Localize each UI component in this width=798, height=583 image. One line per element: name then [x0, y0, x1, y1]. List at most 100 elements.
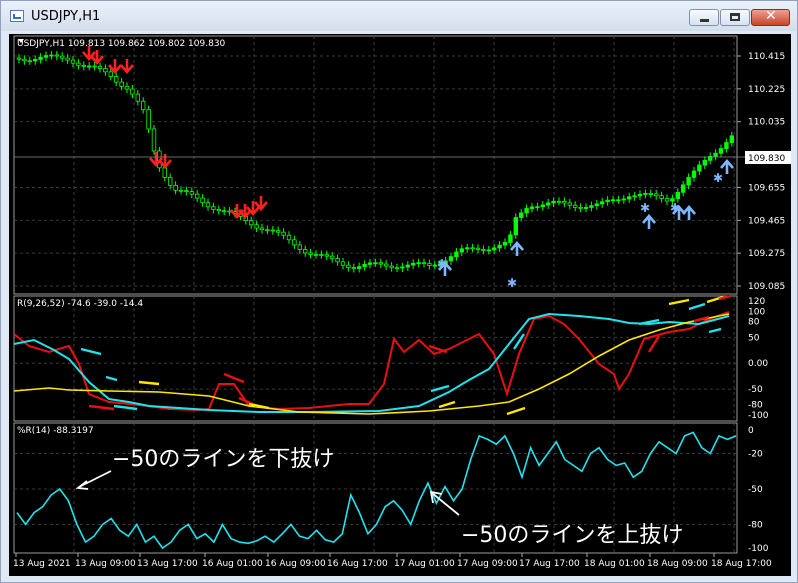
candle-body: [265, 229, 270, 232]
candle-body: [529, 206, 535, 209]
close-button[interactable]: ✕: [751, 8, 790, 26]
candle-body: [540, 204, 545, 208]
candle-body: [286, 234, 292, 241]
wpr-panel[interactable]: %R(14) -88.3197 0 -20 -50 -80 -100 −50のラインを下…: [13, 422, 769, 554]
candle-body: [281, 231, 286, 236]
candle-body: [130, 88, 135, 95]
time-label: 13 Aug 2021: [13, 559, 71, 569]
candle-body: [189, 191, 194, 195]
candle-body: [697, 164, 702, 172]
candle-body: [275, 230, 281, 233]
wpr-axis: 0 -20 -50 -80 -100: [748, 426, 769, 554]
candle-body: [551, 200, 556, 204]
candle-body: [594, 203, 599, 207]
wpr-axis-label: -50: [748, 485, 763, 495]
candle-body: [76, 62, 81, 66]
indicator-axis-label: 0.00: [748, 359, 768, 369]
title-bar[interactable]: USDJPY,H1 ✕: [1, 1, 797, 31]
candle-body: [308, 252, 313, 255]
indicator-axis-label: -80: [748, 401, 763, 411]
time-label: 17 Aug 01:00: [394, 559, 455, 569]
arrow-up-icon: [642, 214, 656, 229]
candle-body: [578, 206, 583, 209]
arrow-down-icon: [90, 50, 104, 65]
signal-segment: [708, 327, 722, 334]
arrow-down-icon: [254, 196, 268, 211]
candle-body: [427, 263, 432, 266]
candle-body: [724, 142, 729, 150]
indicator-axis-label: 50: [748, 333, 760, 343]
candle-body: [324, 254, 329, 257]
candle-body: [32, 59, 38, 62]
candle-body: [54, 54, 59, 57]
candle-body: [211, 206, 216, 210]
candle-body: [491, 247, 497, 251]
time-axis: 13 Aug 2021 13 Aug 09:00 13 Aug 17:00 16 Au…: [13, 553, 772, 569]
candle-body: [119, 81, 124, 87]
signal-segment: [113, 404, 138, 411]
indicator-panel[interactable]: R(9,26,52) -74.6 -39.0 -14.4 12010080 50 0…: [13, 294, 769, 422]
candle-body: [151, 128, 157, 152]
time-label: 13 Aug 17:00: [137, 559, 198, 569]
red-line: [13, 311, 730, 412]
chart-area[interactable]: ✱ ✱ ✱ ✱ ✱ USDJPY,H1 109.813 109.862 109.802 …: [9, 34, 791, 576]
indicator-axis-label: 80: [748, 318, 760, 328]
indicator-axis: 12010080 50 0.00 -50 -80-100: [748, 297, 769, 421]
candle-body: [556, 200, 562, 203]
candle-body: [16, 57, 22, 60]
main-grid: [14, 36, 737, 294]
price-label: 110.225: [748, 85, 785, 95]
indicator-grid: [14, 296, 737, 421]
candle-body: [421, 262, 427, 265]
candles: [16, 51, 734, 273]
arrow-left-icon: [75, 480, 89, 490]
signal-segment: [688, 302, 706, 311]
candle-body: [675, 191, 680, 199]
wpr-axis-label: 0: [748, 426, 754, 436]
asterisk-icon: ✱: [713, 171, 723, 185]
candle-body: [729, 135, 734, 143]
candle-body: [605, 199, 610, 203]
candle-body: [410, 262, 416, 266]
signal-segment: [88, 404, 115, 411]
signal-segment: [138, 380, 160, 386]
candle-body: [162, 167, 167, 178]
candle-body: [497, 244, 502, 249]
candle-body: [535, 206, 540, 209]
main-header: USDJPY,H1 109.813 109.862 109.802 109.83…: [17, 39, 226, 49]
indicator-axis-label: 120: [748, 297, 765, 307]
time-label: 16 Aug 09:00: [265, 559, 326, 569]
main-panel[interactable]: ✱ ✱ ✱ ✱ ✱ USDJPY,H1 109.813 109.862 109.802 …: [13, 35, 791, 295]
candle-body: [475, 247, 481, 250]
indicator-axis-label: -100: [748, 411, 769, 421]
candle-body: [27, 60, 32, 63]
candle-body: [702, 159, 707, 166]
candle-body: [124, 85, 130, 90]
candle-body: [610, 199, 616, 202]
candle-body: [362, 264, 367, 268]
minimize-icon: [700, 19, 709, 22]
wpr-header: %R(14) -88.3197: [17, 426, 94, 436]
candle-body: [135, 93, 140, 102]
minimize-button[interactable]: [689, 9, 719, 26]
candle-body: [346, 264, 351, 269]
candle-body: [167, 176, 173, 186]
price-label: 110.035: [748, 118, 785, 128]
candle-body: [648, 193, 653, 195]
candle-body: [405, 264, 410, 268]
wpr-axis-label: -100: [748, 544, 769, 554]
candle-body: [70, 59, 76, 64]
candle-body: [60, 55, 65, 59]
candle-body: [400, 266, 405, 269]
candle-body: [637, 193, 643, 197]
candle-body: [205, 202, 211, 208]
signal-segment: [105, 375, 118, 382]
time-label: 16 Aug 01:00: [202, 559, 263, 569]
candle-body: [518, 212, 524, 218]
candle-body: [173, 184, 178, 191]
candle-body: [43, 55, 49, 58]
signal-segment: [647, 335, 661, 353]
candle-body: [200, 197, 205, 204]
maximize-button[interactable]: [720, 9, 750, 26]
candle-body: [621, 198, 626, 201]
